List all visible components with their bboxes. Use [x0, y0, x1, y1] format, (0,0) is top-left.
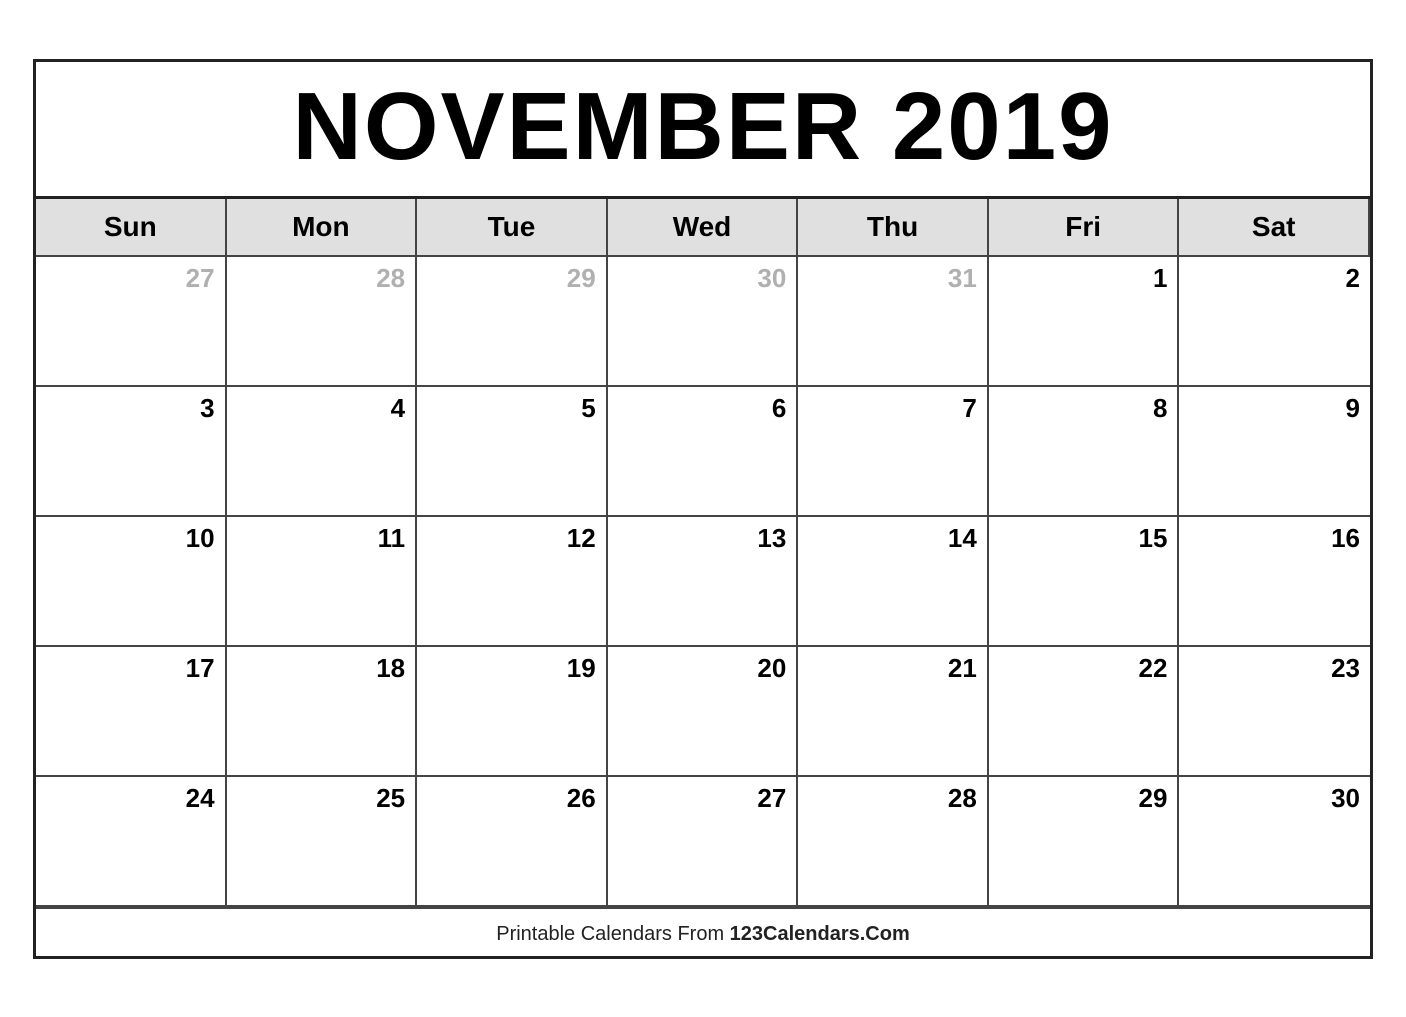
day-header-thu: Thu [798, 199, 989, 257]
day-cell[interactable]: 5 [417, 387, 608, 517]
day-header-mon: Mon [227, 199, 418, 257]
day-cell[interactable]: 19 [417, 647, 608, 777]
day-cell[interactable]: 30 [1179, 777, 1370, 907]
footer-text: Printable Calendars From [496, 923, 729, 945]
day-cell[interactable]: 11 [227, 517, 418, 647]
day-header-fri: Fri [989, 199, 1180, 257]
calendar: NOVEMBER 2019 SunMonTueWedThuFriSat27282… [33, 59, 1373, 959]
day-cell[interactable]: 30 [608, 257, 799, 387]
day-cell[interactable]: 24 [36, 777, 227, 907]
day-cell[interactable]: 23 [1179, 647, 1370, 777]
day-cell[interactable]: 28 [227, 257, 418, 387]
day-cell[interactable]: 14 [798, 517, 989, 647]
day-cell[interactable]: 6 [608, 387, 799, 517]
day-cell[interactable]: 31 [798, 257, 989, 387]
day-cell[interactable]: 8 [989, 387, 1180, 517]
day-cell[interactable]: 9 [1179, 387, 1370, 517]
day-cell[interactable]: 13 [608, 517, 799, 647]
calendar-title: NOVEMBER 2019 [36, 62, 1370, 199]
day-cell[interactable]: 4 [227, 387, 418, 517]
day-cell[interactable]: 2 [1179, 257, 1370, 387]
day-cell[interactable]: 15 [989, 517, 1180, 647]
calendar-footer: Printable Calendars From 123Calendars.Co… [36, 907, 1370, 956]
day-cell[interactable]: 21 [798, 647, 989, 777]
day-header-wed: Wed [608, 199, 799, 257]
day-cell[interactable]: 18 [227, 647, 418, 777]
day-cell[interactable]: 28 [798, 777, 989, 907]
day-cell[interactable]: 12 [417, 517, 608, 647]
day-cell[interactable]: 7 [798, 387, 989, 517]
day-cell[interactable]: 27 [36, 257, 227, 387]
day-cell[interactable]: 16 [1179, 517, 1370, 647]
day-header-sun: Sun [36, 199, 227, 257]
footer-brand: 123Calendars.Com [730, 923, 910, 945]
day-cell[interactable]: 17 [36, 647, 227, 777]
day-cell[interactable]: 27 [608, 777, 799, 907]
calendar-grid: SunMonTueWedThuFriSat2728293031123456789… [36, 199, 1370, 907]
day-cell[interactable]: 1 [989, 257, 1180, 387]
day-cell[interactable]: 29 [989, 777, 1180, 907]
day-cell[interactable]: 26 [417, 777, 608, 907]
day-cell[interactable]: 25 [227, 777, 418, 907]
day-header-tue: Tue [417, 199, 608, 257]
day-cell[interactable]: 22 [989, 647, 1180, 777]
day-cell[interactable]: 3 [36, 387, 227, 517]
day-cell[interactable]: 20 [608, 647, 799, 777]
day-header-sat: Sat [1179, 199, 1370, 257]
day-cell[interactable]: 10 [36, 517, 227, 647]
day-cell[interactable]: 29 [417, 257, 608, 387]
